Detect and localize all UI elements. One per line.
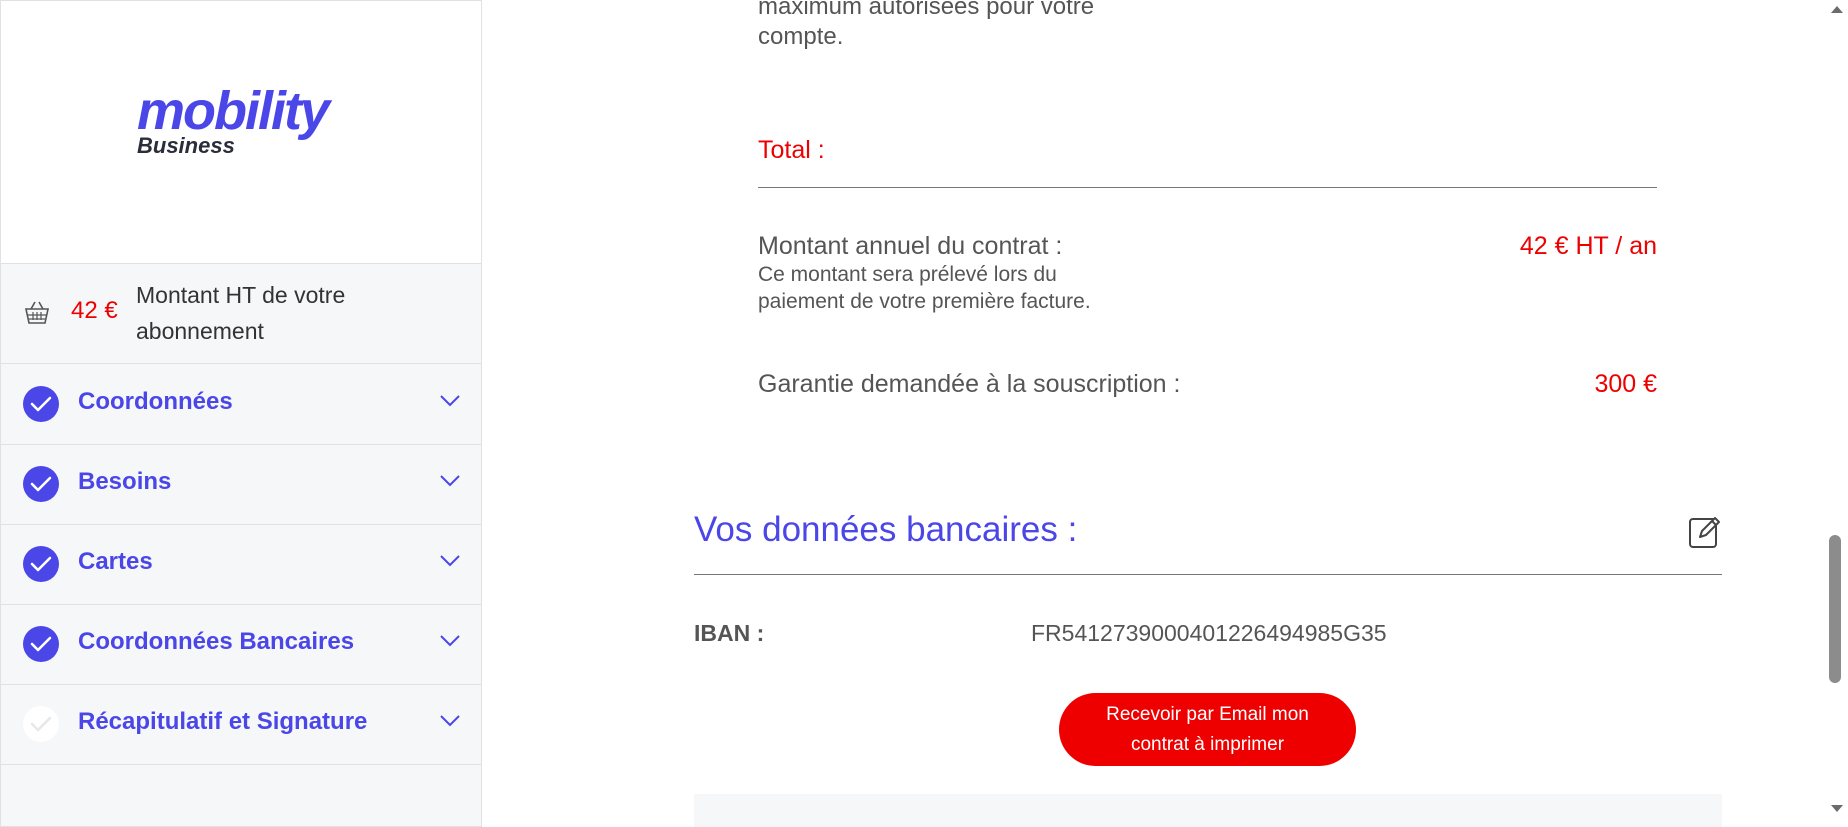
sidebar: mobility Business 42 € Montant HT de vot…	[0, 0, 482, 827]
step-besoins[interactable]: Besoins	[1, 444, 481, 525]
scrollbar[interactable]	[1826, 0, 1848, 827]
scroll-up-arrow-icon[interactable]	[1830, 4, 1844, 14]
note-line: paiement de votre première facture.	[758, 290, 1091, 313]
logo-wordmark: mobility	[137, 81, 330, 141]
basket-icon	[25, 301, 49, 324]
price-label: Montant HT de votre abonnement	[136, 282, 346, 344]
scroll-down-arrow-icon[interactable]	[1830, 804, 1844, 814]
guarantee-value: 300 €	[1594, 370, 1657, 398]
step-label: Coordonnées Bancaires	[78, 628, 355, 655]
email-contract-button[interactable]: Recevoir par Email mon contrat à imprime…	[1059, 693, 1356, 766]
step-cartes[interactable]: Cartes	[1, 524, 481, 605]
step-label: Récapitulatif et Signature	[78, 708, 368, 735]
step-coordonnees-bancaires[interactable]: Coordonnées Bancaires	[1, 604, 481, 685]
logo-area: mobility Business	[1, 1, 481, 264]
check-circle-icon	[23, 386, 59, 422]
mobility-business-logo[interactable]: mobility Business	[137, 81, 330, 159]
button-label-line: contrat à imprimer	[1130, 733, 1285, 755]
check-circle-icon	[23, 706, 59, 742]
note-line: compte.	[758, 23, 844, 50]
step-label: Coordonnées	[78, 388, 233, 415]
chevron-down-icon[interactable]	[439, 634, 461, 648]
step-label: Besoins	[78, 468, 172, 495]
scrollbar-thumb[interactable]	[1829, 535, 1841, 683]
divider	[758, 187, 1657, 188]
chevron-down-icon[interactable]	[439, 714, 461, 728]
subscription-price: 42 € Montant HT de votre abonnement	[1, 263, 481, 364]
check-circle-icon	[23, 626, 59, 662]
chevron-down-icon[interactable]	[439, 394, 461, 408]
account-limit-note: maximum autorisées pour votre compte.	[758, 0, 1094, 52]
iban-label: IBAN :	[694, 620, 765, 646]
button-label-line: Recevoir par Email mon	[1106, 703, 1309, 725]
bottom-panel	[694, 794, 1722, 827]
note-line: Ce montant sera prélevé lors du	[758, 263, 1057, 286]
divider	[694, 574, 1722, 575]
step-recapitulatif-signature[interactable]: Récapitulatif et Signature	[1, 684, 481, 765]
annual-amount-label: Montant annuel du contrat :	[758, 232, 1063, 260]
price-amount: 42 €	[71, 297, 118, 324]
check-circle-icon	[23, 466, 59, 502]
annual-amount-value: 42 € HT / an	[1519, 232, 1657, 260]
iban-value: FR5412739000401226494985G35	[1031, 620, 1387, 646]
check-circle-icon	[23, 546, 59, 582]
step-label: Cartes	[78, 548, 153, 575]
chevron-down-icon[interactable]	[439, 554, 461, 568]
bank-section-title: Vos données bancaires :	[694, 510, 1078, 549]
step-coordonnees[interactable]: Coordonnées	[1, 364, 481, 445]
note-line: maximum autorisées pour votre	[758, 0, 1095, 20]
guarantee-label: Garantie demandée à la souscription :	[758, 370, 1181, 398]
total-label: Total :	[758, 136, 825, 164]
chevron-down-icon[interactable]	[439, 474, 461, 488]
annual-amount-note: Ce montant sera prélevé lors du paiement…	[758, 261, 1091, 315]
edit-icon[interactable]	[1688, 515, 1722, 549]
